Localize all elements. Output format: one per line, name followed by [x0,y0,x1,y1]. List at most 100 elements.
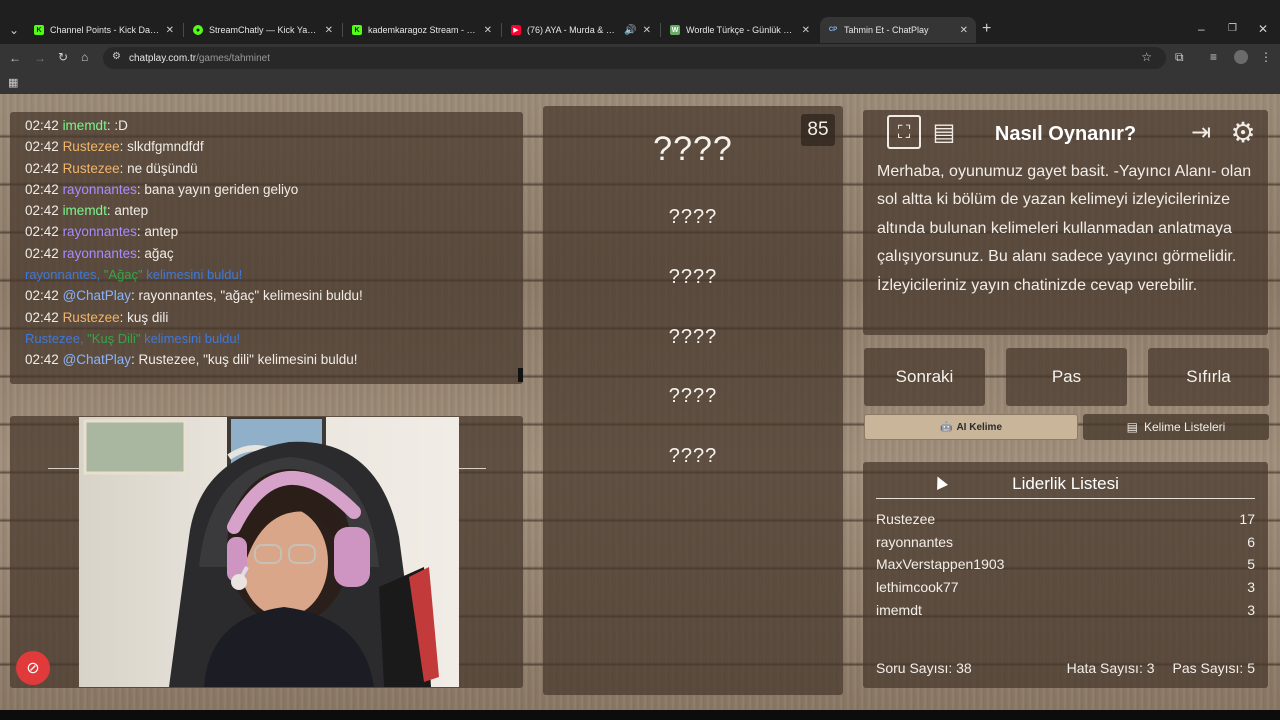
leaderboard-row: imemdt 3 [876,601,1255,618]
close-tab-icon[interactable]: ✕ [166,25,174,36]
tab-separator [501,23,502,37]
game-stats: Soru Sayısı: 38 Hata Sayısı: 3 Pas Sayıs… [876,660,1255,676]
question-count: Soru Sayısı: 38 [876,660,972,676]
chat-message: 02:42 rayonnantes: bana yayın geriden ge… [25,181,299,197]
home-icon[interactable]: ⌂ [81,50,88,64]
chat-username: imemdt [62,203,107,219]
webcam-video [79,417,459,687]
close-tab-icon[interactable]: ✕ [802,25,810,36]
chat-username: Rustezee [62,160,120,176]
profile-avatar[interactable] [1234,50,1248,64]
tab-streamchatly[interactable]: ● StreamChatly — Kick Yayıncılar ✕ [185,17,341,43]
word-lists-button[interactable]: ▤ Kelime Listeleri [1083,414,1269,440]
browser-tab-strip: ⌄ K Channel Points - Kick Dashboar ✕ ● S… [0,0,1280,44]
chat-username: @ChatPlay [62,352,132,368]
leaderboard-row: lethimcook77 3 [876,579,1255,596]
webcam-image [83,417,439,687]
notepad-icon: ▤ [1126,420,1138,434]
exit-icon[interactable]: ⇥ [1184,115,1218,149]
system-found-message: rayonnantes, "Ağaç" kelimesini buldu! [25,267,243,283]
address-bar-row: ← → ↻ ⌂ ⚙ chatplay.com.tr/games/tahminet… [0,44,1280,72]
chat-message: 02:42 Rustezee: kuş dili [25,309,169,325]
divider [876,498,1255,499]
chat-username: imemdt [62,118,107,133]
forward-icon[interactable]: → [34,51,46,65]
word-lists-label: Kelime Listeleri [1143,420,1226,434]
settings-gear-icon[interactable]: ⚙ [1226,115,1260,149]
hidden-forbidden-word: ???? [668,266,718,288]
system-found-message: Rustezee, "Kuş Dili" kelimesini buldu! [25,330,241,346]
media-control-icon[interactable]: ≡ [1210,50,1217,64]
close-tab-icon[interactable]: ✕ [484,25,492,36]
tab-chatplay[interactable]: CP Tahmin Et - ChatPlay ✕ [820,17,976,43]
back-icon[interactable]: ← [9,51,21,65]
pass-count: Pas Sayısı: 5 [1172,660,1255,676]
leaderboard-row: MaxVerstappen1903 5 [876,556,1255,573]
maximize-icon[interactable]: ❐ [1228,22,1237,36]
main-hidden-word: ???? [653,130,733,168]
pass-button[interactable]: Pas [1006,348,1127,406]
youtube-icon: ▶ [511,25,521,35]
close-tab-icon[interactable]: ✕ [325,25,333,36]
tab-separator [660,23,661,37]
bookmark-star-icon[interactable]: ☆ [1141,50,1152,64]
url-path: /games/tahminet [196,52,270,64]
tab-title: StreamChatly — Kick Yayıncılar [209,25,319,35]
game-page: 02:42 imemdt: :D 02:42 Rustezee: slkdfgm… [0,94,1280,710]
how-to-play-text: Merhaba, oyunumuz gayet basit. -Yayıncı … [877,163,1252,294]
chat-username: rayonnantes [62,181,137,197]
tab-kademkaragoz[interactable]: K kademkaragoz Stream - Watch ✕ [344,17,500,43]
tab-youtube[interactable]: ▶ (76) AYA - Murda & Ezhel ( 🔊 ✕ [503,17,659,43]
tab-channel-points[interactable]: K Channel Points - Kick Dashboar ✕ [26,17,182,43]
menu-kebab-icon[interactable]: ⋮ [1260,50,1272,64]
chat-username: @ChatPlay [62,288,132,304]
chat-username: rayonnantes [62,224,137,240]
apps-grid-icon[interactable]: ▦ [8,76,18,90]
tab-title: Tahmin Et - ChatPlay [844,25,929,35]
tab-separator [183,23,184,37]
tab-search-icon[interactable]: ⌄ [9,23,19,37]
leaderboard-row: rayonnantes 6 [876,533,1255,550]
hidden-words-panel: 85 ???? ???? ???? ???? ???? ???? [543,106,843,695]
leaderboard-row: Rustezee 17 [876,511,1255,527]
url-host: chatplay.com.tr [129,52,197,64]
stream-status-icon[interactable]: ⊘ [16,651,50,685]
new-tab-icon[interactable]: + [982,21,991,37]
bot-message: 02:42 @ChatPlay: Rustezee, "kuş dili" ke… [25,352,358,368]
tab-title: (76) AYA - Murda & Ezhel ( [527,25,618,35]
chat-scrollbar[interactable] [518,368,523,382]
chat-message: 02:42 Rustezee: slkdfgmndfdf [25,139,204,155]
bot-message: 02:42 @ChatPlay: rayonnantes, "ağaç" kel… [25,288,363,304]
next-button[interactable]: Sonraki [864,348,985,406]
ai-word-button[interactable]: 🤖 AI Kelime [864,414,1078,440]
tab-wordle[interactable]: W Wordle Türkçe - Günlük Kelime ✕ [662,17,818,43]
streamchatly-icon: ● [193,25,203,35]
hidden-forbidden-word: ???? [668,326,718,348]
extensions-icon[interactable]: ⧉ [1175,50,1184,64]
tab-title: Wordle Türkçe - Günlük Kelime [686,25,796,35]
hidden-forbidden-word: ???? [668,385,718,407]
chat-message: 02:42 rayonnantes: ağaç [25,245,174,261]
chat-message: 02:42 imemdt: antep [25,203,149,219]
chat-username: rayonnantes [62,245,137,261]
chat-message: 02:42 rayonnantes: antep [25,224,179,240]
bookmarks-bar: ▦ [0,72,1280,94]
close-tab-icon[interactable]: ✕ [643,25,651,36]
leaderboard-panel: Liderlik Listesi Rustezee 17 rayonnantes 6… [863,462,1268,688]
hidden-forbidden-word: ???? [668,206,718,228]
kick-icon: K [34,25,44,35]
chat-panel: 02:42 imemdt: :D 02:42 Rustezee: slkdfgm… [10,112,523,384]
close-window-icon[interactable]: ✕ [1258,22,1268,36]
kick-icon: K [352,25,362,35]
site-info-icon[interactable]: ⚙ [112,51,121,62]
robot-icon: 🤖 [939,421,953,433]
url-field[interactable]: ⚙ chatplay.com.tr/games/tahminet ☆ [103,47,1166,69]
close-tab-icon[interactable]: ✕ [960,25,968,36]
tab-separator [342,23,343,37]
minimize-icon[interactable]: – [1198,22,1205,36]
hidden-forbidden-word: ???? [668,445,718,467]
reset-button[interactable]: Sıfırla [1148,348,1269,406]
audio-icon[interactable]: 🔊 [624,25,636,36]
streamer-area: ⊘ [10,416,523,688]
reload-icon[interactable]: ↻ [58,50,68,64]
